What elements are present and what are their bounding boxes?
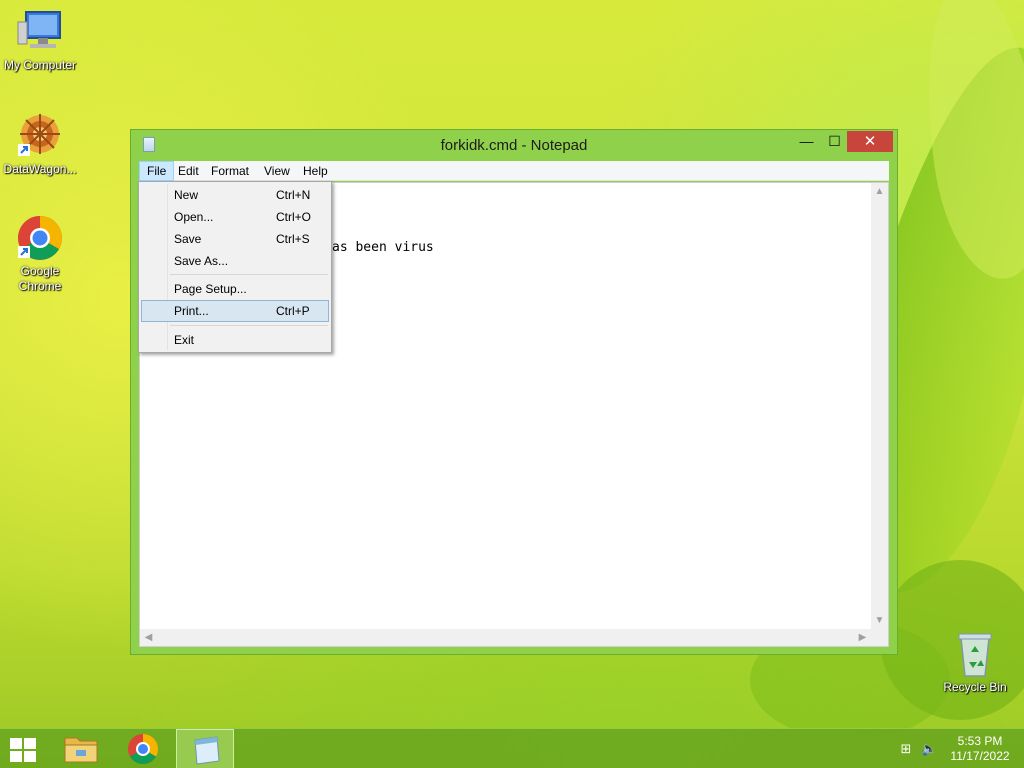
taskbar-file-explorer[interactable] xyxy=(52,729,110,768)
desktop-icon-recycle-bin[interactable]: Recycle Bin xyxy=(935,630,1015,695)
menu-item-shortcut: Ctrl+O xyxy=(276,210,312,224)
menu-format[interactable]: Format xyxy=(204,161,256,181)
volume-icon[interactable]: 🔈 xyxy=(921,741,937,757)
menu-item-label: Print... xyxy=(174,304,209,318)
scroll-up-arrow-icon[interactable]: ▲ xyxy=(871,183,888,200)
menu-item-shortcut: Ctrl+N xyxy=(276,188,311,202)
desktop-icon-google-chrome[interactable]: Google Chrome xyxy=(0,214,80,294)
network-icon[interactable]: ⊞ xyxy=(898,741,914,757)
folder-icon xyxy=(64,737,98,763)
horizontal-scrollbar[interactable]: ◀ ▶ xyxy=(140,629,871,646)
menu-separator xyxy=(170,274,328,275)
clock-time: 5:53 PM xyxy=(957,734,1003,748)
clock-date: 11/17/2022 xyxy=(950,749,1010,763)
desktop-icon-label: My Computer xyxy=(3,58,77,72)
menu-item-save[interactable]: Save Ctrl+S xyxy=(141,228,329,250)
chrome-icon xyxy=(16,214,64,262)
computer-icon xyxy=(16,8,64,56)
desktop-icon-datawagon[interactable]: DataWagon... xyxy=(0,112,80,177)
menu-item-label: Save xyxy=(174,232,202,246)
vertical-scrollbar[interactable]: ▲ ▼ xyxy=(871,183,888,629)
desktop-icon-label: DataWagon... xyxy=(3,162,77,176)
desktop-icon-label: Google Chrome xyxy=(18,264,62,293)
desktop-icon-my-computer[interactable]: My Computer xyxy=(0,8,80,73)
desktop-icon-label: Recycle Bin xyxy=(943,680,1007,694)
start-button[interactable] xyxy=(10,738,38,762)
window-title: forkidk.cmd - Notepad xyxy=(440,137,588,154)
menu-item-print[interactable]: Print... Ctrl+P xyxy=(141,300,329,322)
scroll-right-arrow-icon[interactable]: ▶ xyxy=(854,629,871,646)
menu-item-page-setup[interactable]: Page Setup... xyxy=(141,278,329,300)
resize-grip[interactable] xyxy=(871,629,888,646)
taskbar-notepad[interactable] xyxy=(176,729,234,768)
menu-file[interactable]: File xyxy=(139,161,175,181)
menu-item-label: New xyxy=(174,188,199,202)
close-button[interactable]: ✕ xyxy=(847,131,893,152)
recycle-bin-icon xyxy=(951,630,999,678)
menu-view[interactable]: View xyxy=(257,161,297,181)
system-clock[interactable]: 5:53 PM 11/17/2022 xyxy=(944,734,1016,764)
scroll-left-arrow-icon[interactable]: ◀ xyxy=(140,629,157,646)
scroll-down-arrow-icon[interactable]: ▼ xyxy=(871,612,888,629)
menu-item-save-as[interactable]: Save As... xyxy=(141,250,329,272)
menu-item-label: Exit xyxy=(174,333,195,347)
menu-edit[interactable]: Edit xyxy=(171,161,206,181)
menu-item-label: Page Setup... xyxy=(174,282,247,296)
menu-item-open[interactable]: Open... Ctrl+O xyxy=(141,206,329,228)
menu-item-shortcut: Ctrl+P xyxy=(276,304,310,318)
file-dropdown-menu: New Ctrl+N Open... Ctrl+O Save Ctrl+S Sa… xyxy=(138,181,332,353)
menu-item-label: Open... xyxy=(174,210,214,224)
taskbar: ⊞ 🔈 5:53 PM 11/17/2022 xyxy=(0,728,1024,768)
maximize-button[interactable]: ☐ xyxy=(821,131,848,152)
chrome-icon xyxy=(128,734,159,765)
menu-item-new[interactable]: New Ctrl+N xyxy=(141,184,329,206)
menu-item-label: Save As... xyxy=(174,254,229,268)
menu-help[interactable]: Help xyxy=(296,161,335,181)
title-bar[interactable]: forkidk.cmd - Notepad — ☐ ✕ xyxy=(131,130,897,160)
menu-separator xyxy=(170,325,328,326)
menu-item-shortcut: Ctrl+S xyxy=(276,232,310,246)
minimize-button[interactable]: — xyxy=(793,131,820,152)
menu-bar: File Edit Format View Help xyxy=(139,161,889,181)
notepad-icon xyxy=(194,736,220,765)
windows-logo-icon xyxy=(10,738,22,749)
taskbar-google-chrome[interactable] xyxy=(114,729,172,768)
editor-text: as been virus xyxy=(332,240,434,255)
menu-item-exit[interactable]: Exit xyxy=(141,329,329,351)
datawagon-logo-icon xyxy=(16,112,64,160)
